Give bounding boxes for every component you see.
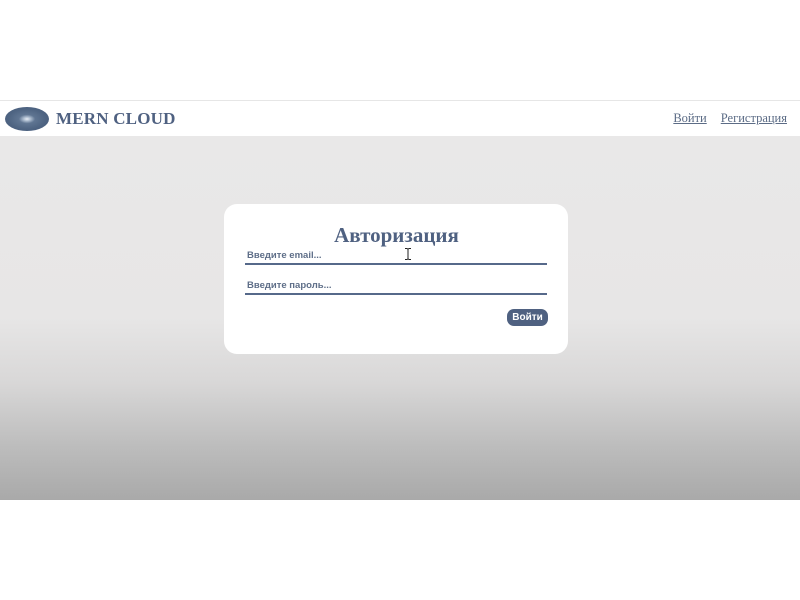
login-card: Авторизация Войти [224, 204, 568, 354]
text-cursor-icon [405, 248, 411, 260]
brand-title: MERN CLOUD [56, 108, 176, 128]
login-title: Авторизация [334, 223, 459, 247]
navbar: MERN CLOUD Войти Регистрация [0, 100, 800, 136]
nav-login-link[interactable]: Войти [673, 111, 706, 126]
cloud-logo-icon [5, 106, 49, 131]
email-input[interactable] [245, 249, 547, 266]
password-input[interactable] [245, 279, 547, 296]
nav-register-link[interactable]: Регистрация [721, 111, 787, 126]
button-row: Войти [245, 309, 548, 327]
login-button[interactable]: Войти [507, 309, 548, 327]
brand[interactable]: MERN CLOUD [5, 106, 176, 131]
nav-links: Войти Регистрация [673, 111, 787, 126]
page: MERN CLOUD Войти Регистрация Авторизация… [0, 0, 800, 600]
